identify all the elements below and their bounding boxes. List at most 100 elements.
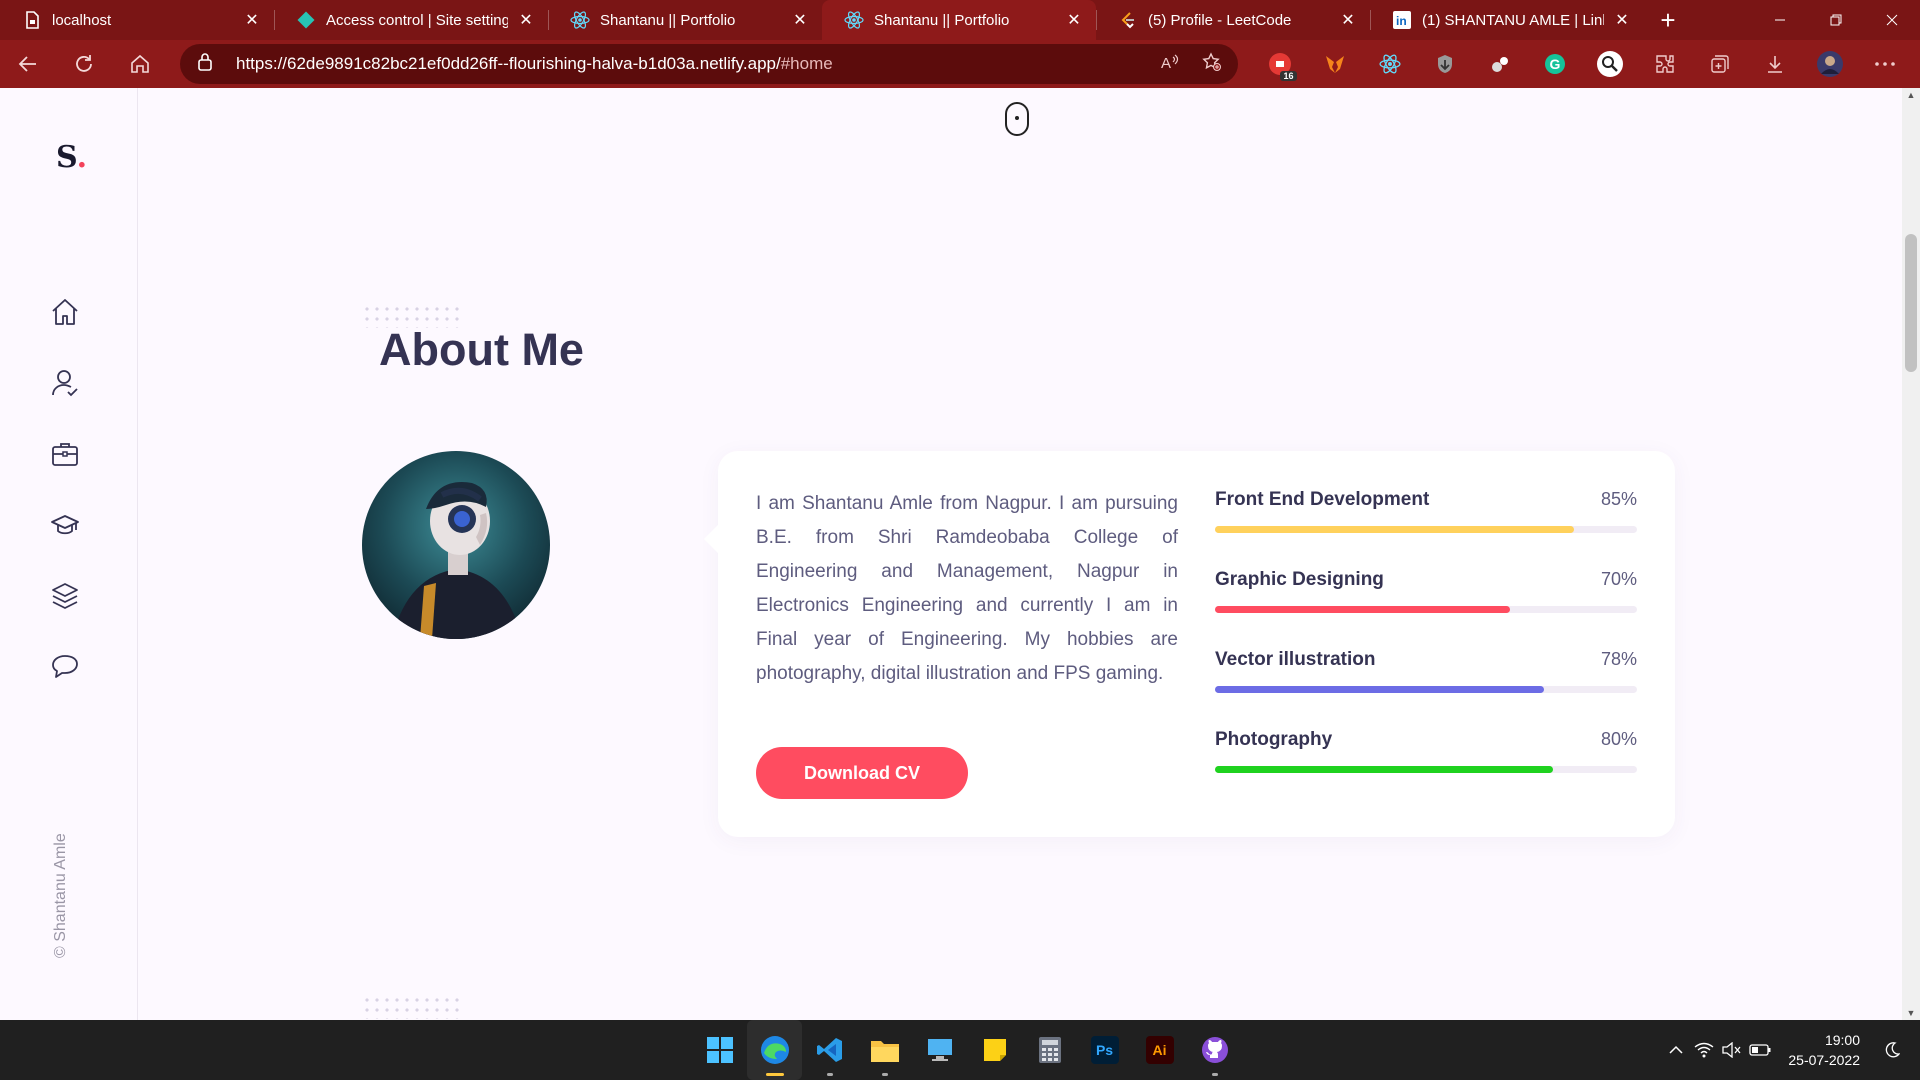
back-icon[interactable] [0,40,56,88]
focus-moon-icon[interactable] [1878,1042,1906,1058]
skills-list: Front End Development 85% Graphic Design… [1215,489,1637,809]
clock[interactable]: 19:00 25-07-2022 [1788,1030,1860,1070]
volume-muted-icon[interactable] [1718,1042,1746,1058]
collections-icon[interactable] [1692,40,1747,88]
tab-portfolio-active[interactable]: Shantanu || Portfolio ✕ [822,0,1096,40]
skill-name: Vector illustration [1215,649,1376,670]
system-tray: 19:00 25-07-2022 [1662,1020,1920,1080]
restore-icon[interactable] [1808,0,1864,40]
windows-start-icon[interactable] [692,1020,747,1080]
tab-portfolio[interactable]: Shantanu || Portfolio ✕ [548,0,822,40]
site-logo[interactable]: S. [56,140,87,175]
skill-name: Photography [1215,729,1333,750]
page-scrollbar[interactable]: ▲ ▼ [1902,88,1920,1020]
tab-leetcode[interactable]: (5) Profile - LeetCode ✕ [1096,0,1370,40]
scroll-up-icon[interactable]: ▲ [1902,90,1920,100]
skill-percent: 80% [1600,729,1637,749]
downloads-icon[interactable] [1747,40,1802,88]
home-button-icon[interactable] [112,40,168,88]
skill-item: Photography 80% [1215,729,1637,809]
close-icon[interactable]: ✕ [242,10,262,30]
svg-text:A: A [1161,55,1171,72]
dots-decoration [362,995,462,1019]
zoom-icon[interactable] [1582,40,1637,88]
illustrator-icon[interactable]: Ai [1132,1020,1187,1080]
nav-chat-icon[interactable] [46,648,84,686]
close-icon[interactable]: ✕ [790,10,810,30]
close-icon[interactable]: ✕ [516,10,536,30]
photoshop-icon[interactable]: Ps [1077,1020,1132,1080]
puzzle-ext-icon[interactable] [1472,40,1527,88]
nav-user-icon[interactable] [46,364,84,402]
new-tab-button[interactable]: + [1644,0,1692,40]
window-close-icon[interactable] [1864,0,1920,40]
clock-date: 25-07-2022 [1788,1052,1860,1068]
file-lock-icon [22,10,42,30]
logo-letter: S [56,140,77,175]
edge-icon[interactable] [747,1020,802,1080]
refresh-icon[interactable] [56,40,112,88]
photoshop-label: Ps [1090,1036,1119,1064]
download-cv-button[interactable]: Download CV [756,747,968,799]
copyright-text: © Shantanu Amle [52,833,69,958]
netlify-icon [296,10,316,30]
progress-fill [1215,686,1545,693]
progress-track [1215,526,1637,533]
extension-badge: 16 [1280,71,1297,81]
window-controls [1752,0,1920,40]
progress-fill [1215,526,1574,533]
more-options-icon[interactable] [1857,40,1912,88]
tab-netlify[interactable]: Access control | Site settings ✕ [274,0,548,40]
progress-track [1215,766,1637,773]
minimize-icon[interactable] [1752,0,1808,40]
calculator-icon[interactable] [1022,1020,1077,1080]
browser-toolbar: https://62de9891c82bc21ef0dd26ff--flouri… [0,40,1920,88]
remote-desktop-icon[interactable] [912,1020,967,1080]
profile-avatar-icon[interactable] [1802,40,1857,88]
file-explorer-icon[interactable] [857,1020,912,1080]
skill-percent: 85% [1600,489,1637,509]
adblock-icon[interactable]: 16 [1252,40,1307,88]
close-icon[interactable]: ✕ [1338,10,1358,30]
react-devtools-icon[interactable] [1362,40,1417,88]
download-shield-icon[interactable] [1417,40,1472,88]
scrollbar-thumb[interactable] [1905,234,1917,372]
github-desktop-icon[interactable] [1187,1020,1242,1080]
react-icon [570,10,590,30]
url-host: https://62de9891c82bc21ef0dd26ff--flouri… [236,54,781,73]
read-aloud-icon[interactable]: A [1160,52,1180,77]
nav-layers-icon[interactable] [46,577,84,615]
clock-time: 19:00 [1824,1032,1860,1048]
about-card: I am Shantanu Amle from Nagpur. I am pur… [718,451,1675,837]
tab-linkedin[interactable]: in (1) SHANTANU AMLE | Linked ✕ [1370,0,1644,40]
address-bar[interactable]: https://62de9891c82bc21ef0dd26ff--flouri… [180,44,1238,84]
scroll-down-icon[interactable]: ▼ [1902,1008,1920,1018]
tab-localhost[interactable]: localhost ✕ [0,0,274,40]
tab-bar: localhost ✕ Access control | Site settin… [0,0,1920,40]
nav-briefcase-icon[interactable] [46,435,84,473]
lock-icon [196,52,222,77]
vscode-icon[interactable] [802,1020,857,1080]
skill-name: Front End Development [1215,489,1430,510]
add-favorite-icon[interactable] [1202,51,1222,77]
close-icon[interactable]: ✕ [1612,10,1632,30]
skill-name: Graphic Designing [1215,569,1384,590]
progress-fill [1215,606,1511,613]
nav-graduation-cap-icon[interactable] [46,506,84,544]
illustrator-label: Ai [1145,1036,1174,1064]
metamask-icon[interactable] [1307,40,1362,88]
skill-percent: 78% [1600,649,1637,669]
battery-icon[interactable] [1746,1044,1774,1056]
extensions-icon[interactable] [1637,40,1692,88]
leetcode-icon [1118,10,1138,30]
nav-home-icon[interactable] [46,293,84,331]
close-icon[interactable]: ✕ [1064,10,1084,30]
progress-track [1215,606,1637,613]
tray-overflow-icon[interactable] [1662,1045,1690,1055]
sticky-notes-icon[interactable] [967,1020,1022,1080]
tab-title: (5) Profile - LeetCode [1148,11,1292,29]
wifi-icon[interactable] [1690,1042,1718,1058]
url-hash: #home [780,54,833,73]
grammarly-icon[interactable]: G [1527,40,1582,88]
page-viewport: S. © Shantanu Amle About Me I am Shantan… [0,88,1920,1020]
